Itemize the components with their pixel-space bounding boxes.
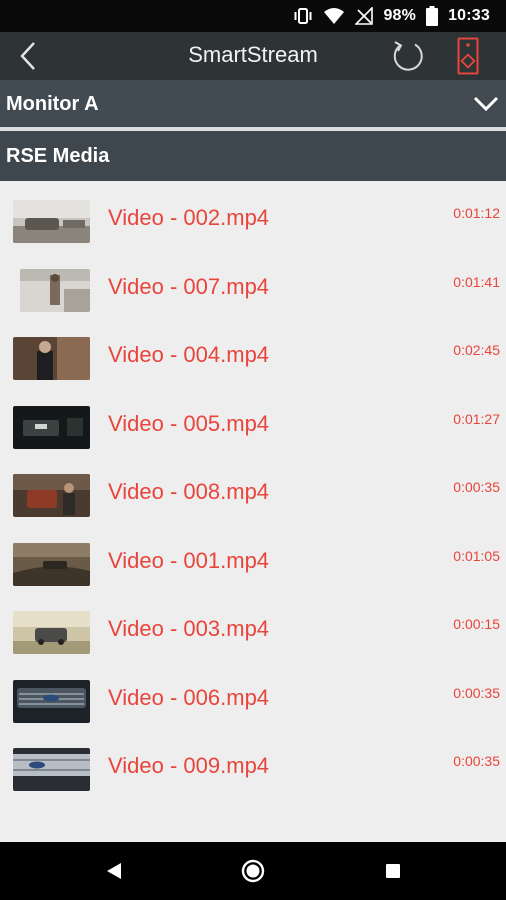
monitor-selector[interactable]: Monitor A <box>0 80 506 128</box>
media-title: Video - 002.mp4 <box>108 205 270 230</box>
nav-home-button[interactable] <box>238 856 268 886</box>
media-title: Video - 005.mp4 <box>108 410 270 436</box>
media-item[interactable]: Video - 009.mp4 0:00:35 <box>0 729 506 798</box>
media-duration: 0:00:35 <box>453 753 500 769</box>
back-triangle-icon <box>107 863 121 879</box>
back-arrow-icon <box>20 42 35 70</box>
media-title: Video - 001.mp4 <box>108 547 270 573</box>
video-thumbnail <box>20 268 90 312</box>
remote-control-icon <box>457 37 479 75</box>
media-title: Video - 003.mp4 <box>108 616 270 641</box>
video-thumbnail <box>13 474 90 517</box>
media-duration: 0:01:41 <box>453 273 500 290</box>
system-nav-bar <box>0 842 506 900</box>
recents-square-icon <box>386 864 400 878</box>
refresh-icon <box>393 41 423 71</box>
media-title: Video - 004.mp4 <box>108 342 270 367</box>
media-duration: 0:02:45 <box>453 342 500 358</box>
status-bar: 98% 10:33 <box>0 0 506 32</box>
app-title: SmartStream <box>188 42 318 67</box>
media-title: Video - 006.mp4 <box>108 684 270 710</box>
status-icons: 98% 10:33 <box>293 0 490 32</box>
media-item[interactable]: Video - 005.mp4 0:01:27 <box>0 387 506 456</box>
media-title: Video - 007.mp4 <box>108 273 270 299</box>
media-duration: 0:01:12 <box>453 205 500 221</box>
battery-percent: 98% <box>383 7 417 24</box>
media-item[interactable]: Video - 002.mp4 0:01:12 <box>0 181 506 250</box>
refresh-button[interactable] <box>388 36 428 76</box>
video-thumbnail <box>13 611 90 654</box>
media-item[interactable]: Video - 006.mp4 0:00:35 <box>0 661 506 730</box>
media-title: Video - 008.mp4 <box>108 479 270 504</box>
no-signal-icon <box>355 7 374 25</box>
media-item[interactable]: Video - 001.mp4 0:01:05 <box>0 524 506 593</box>
screen: 98% 10:33 SmartStream Monitor A RSE Medi… <box>0 0 506 900</box>
video-thumbnail <box>13 679 90 723</box>
media-section-header: RSE Media <box>0 131 506 181</box>
battery-icon <box>426 6 439 26</box>
app-bar: SmartStream <box>0 32 506 80</box>
media-duration: 0:00:35 <box>453 684 500 701</box>
media-item[interactable]: Video - 007.mp4 0:01:41 <box>0 250 506 319</box>
media-item[interactable]: Video - 004.mp4 0:02:45 <box>0 318 506 387</box>
media-duration: 0:01:05 <box>453 547 500 564</box>
video-thumbnail <box>13 337 90 380</box>
vibrate-icon <box>293 6 313 26</box>
media-duration: 0:00:35 <box>453 479 500 495</box>
back-button[interactable] <box>10 38 46 74</box>
wifi-icon <box>323 7 345 25</box>
media-item[interactable]: Video - 008.mp4 0:00:35 <box>0 455 506 524</box>
clock-time: 10:33 <box>448 7 490 24</box>
chevron-down-icon <box>473 96 499 112</box>
media-list: Video - 002.mp4 0:01:12 Video - 007.mp4 … <box>0 181 506 798</box>
video-thumbnail <box>13 542 90 586</box>
media-item[interactable]: Video - 003.mp4 0:00:15 <box>0 592 506 661</box>
video-thumbnail <box>13 748 90 791</box>
media-duration: 0:00:15 <box>453 616 500 632</box>
media-section-label: RSE Media <box>6 145 110 167</box>
media-title: Video - 009.mp4 <box>108 753 270 778</box>
video-thumbnail <box>13 405 90 449</box>
nav-back-button[interactable] <box>99 856 129 886</box>
video-thumbnail <box>13 200 90 243</box>
home-circle-icon <box>241 859 265 883</box>
nav-recents-button[interactable] <box>378 856 408 886</box>
monitor-label: Monitor A <box>6 93 99 115</box>
media-duration: 0:01:27 <box>453 410 500 427</box>
remote-button[interactable] <box>452 35 484 77</box>
